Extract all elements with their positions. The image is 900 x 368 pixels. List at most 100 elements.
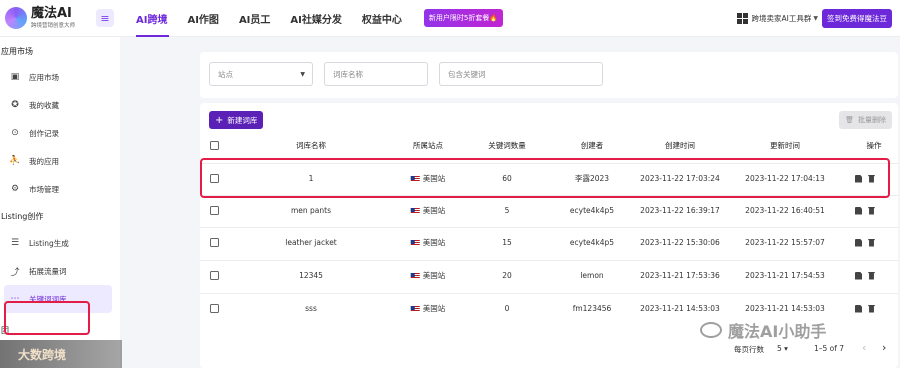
nav-ai-social[interactable]: AI社媒分发	[282, 0, 353, 37]
col-count[interactable]: 关键词数量	[488, 140, 526, 151]
table-row[interactable]: 12345 美国站 20 lemon 2023-11-21 17:53:36 2…	[200, 260, 898, 290]
next-page-icon[interactable]: ›	[882, 341, 886, 354]
sidebar-item-app-market[interactable]: ▣ 应用市场	[0, 63, 120, 91]
cell-creator: ecyte4k4p5	[569, 238, 615, 247]
col-creator[interactable]: 创建者	[581, 140, 604, 151]
cell-count: 15	[502, 238, 512, 247]
copy-icon[interactable]	[855, 206, 862, 215]
cell-creator: fm123456	[572, 304, 612, 313]
cell-creator: ecyte4k4p5	[569, 206, 615, 215]
bulk-delete-label: 批量删除	[858, 116, 886, 124]
main-nav: AI跨境 AI作图 AI员工 AI社媒分发 权益中心	[128, 0, 414, 37]
sidebar-item-listing[interactable]: ☰ Listing生成	[0, 229, 120, 257]
chevron-down-icon[interactable]: ▼	[813, 15, 818, 22]
cell-site: 美国站	[410, 270, 445, 281]
row-checkbox[interactable]	[210, 206, 219, 215]
nav-ai-image[interactable]: AI作图	[179, 0, 230, 37]
col-actions: 操作	[866, 140, 882, 150]
trend-icon: ⤴	[10, 267, 20, 278]
highlight-box-sidebar	[4, 301, 90, 335]
delete-icon[interactable]	[868, 304, 875, 313]
us-flag-icon	[410, 208, 420, 214]
cell-site: 美国站	[410, 205, 445, 216]
copy-icon[interactable]	[855, 271, 862, 280]
sidebar-item-label: 拓展流量词	[29, 266, 67, 276]
table-row[interactable]: leather jacket 美国站 15 ecyte4k4p5 2023-11…	[200, 227, 898, 257]
nav-ai-crossborder[interactable]: AI跨境	[128, 0, 179, 37]
trash-icon: 🗑	[845, 116, 854, 124]
cell-name: 12345	[299, 271, 323, 280]
sidebar-item-label: 应用市场	[29, 72, 59, 82]
page-range: 1–5 of 7	[814, 344, 845, 353]
filter-bar: 站点 ▼ 词库名称 包含关键词	[200, 52, 898, 98]
cell-name: leather jacket	[285, 238, 337, 247]
row-checkbox[interactable]	[210, 238, 219, 247]
col-updated[interactable]: 更新时间	[770, 140, 800, 151]
cell-created: 2023-11-22 16:39:17	[640, 206, 720, 215]
cell-created: 2023-11-22 15:30:06	[640, 238, 720, 247]
manage-icon: ⚙	[10, 184, 20, 194]
keyword-placeholder: 包含关键词	[448, 69, 486, 79]
library-name-input[interactable]: 词库名称	[324, 62, 428, 86]
table-header: 词库名称 所属站点 关键词数量 创建者 创建时间 更新时间 操作	[200, 136, 898, 154]
sidebar-item-favorites[interactable]: ✪ 我的收藏	[0, 91, 120, 119]
rows-per-page-select[interactable]: 5 ▾	[777, 344, 788, 353]
site-select[interactable]: 站点 ▼	[209, 62, 313, 86]
sidebar-item-history[interactable]: ⊙ 创作记录	[0, 119, 120, 147]
row-checkbox[interactable]	[210, 304, 219, 313]
sidebar-item-label: 市场管理	[29, 184, 59, 194]
store-icon: ▣	[10, 72, 20, 82]
cell-name: men pants	[290, 206, 332, 215]
sidebar-item-traffic-words[interactable]: ⤴ 拓展流量词	[0, 257, 120, 285]
delete-icon[interactable]	[868, 206, 875, 215]
us-flag-icon	[410, 306, 420, 312]
col-name[interactable]: 词库名称	[296, 140, 326, 151]
highlight-box-row	[200, 158, 890, 198]
menu-toggle-icon[interactable]: ≡	[96, 9, 114, 27]
tape-icon: ⊙	[11, 128, 19, 138]
cell-updated: 2023-11-21 14:53:03	[745, 304, 825, 313]
logo-subtitle: 跨境营销创意大师	[31, 23, 76, 29]
logo-name: 魔法AI	[31, 6, 72, 21]
top-bar: 魔法AI 跨境营销创意大师 ≡ AI跨境 AI作图 AI员工 AI社媒分发 权益…	[0, 0, 900, 37]
copy-icon[interactable]	[855, 238, 862, 247]
delete-icon[interactable]	[868, 271, 875, 280]
site-select-placeholder: 站点	[218, 69, 233, 79]
sidebar-item-market-manage[interactable]: ⚙ 市场管理	[0, 175, 120, 203]
keyword-input[interactable]: 包含关键词	[439, 62, 603, 86]
bulk-delete-button[interactable]: 🗑 批量删除	[839, 111, 892, 129]
group-link[interactable]: 跨境卖家AI工具群	[752, 13, 812, 24]
cell-updated: 2023-11-22 15:57:07	[745, 238, 825, 247]
us-flag-icon	[410, 273, 420, 279]
pagination: 每页行数 5 ▾ 1–5 of 7 ‹ ›	[200, 339, 898, 359]
table-row[interactable]: men pants 美国站 5 ecyte4k4p5 2023-11-22 16…	[200, 195, 898, 225]
rows-per-page-label: 每页行数	[734, 345, 764, 354]
copy-icon[interactable]	[855, 304, 862, 313]
nav-ai-staff[interactable]: AI员工	[231, 0, 282, 37]
prev-page-icon[interactable]: ‹	[862, 341, 866, 354]
select-all-checkbox[interactable]	[210, 140, 219, 150]
cell-created: 2023-11-21 17:53:36	[640, 271, 720, 280]
signin-button[interactable]: 签到免费得魔法豆	[822, 9, 892, 28]
delete-icon[interactable]	[868, 238, 875, 247]
cell-site: 美国站	[410, 303, 445, 314]
cell-creator: lemon	[580, 271, 604, 280]
sidebar-section-title: Listing创作	[1, 212, 44, 221]
watermark-left: 大数跨境	[0, 340, 122, 368]
nav-benefits[interactable]: 权益中心	[354, 0, 414, 37]
new-library-label: 新建词库	[227, 115, 258, 125]
star-icon: ✪	[11, 100, 19, 110]
promo-badge[interactable]: 新用户限时5折套餐🔥	[423, 9, 504, 27]
col-site[interactable]: 所属站点	[413, 140, 443, 151]
person-icon: ⛹	[9, 156, 21, 166]
new-library-button[interactable]: + 新建词库	[209, 111, 264, 129]
col-created[interactable]: 创建时间	[665, 140, 695, 151]
cell-updated: 2023-11-21 17:54:53	[745, 271, 825, 280]
row-checkbox[interactable]	[210, 271, 219, 280]
sidebar-item-my-apps[interactable]: ⛹ 我的应用	[0, 147, 120, 175]
cell-count: 5	[504, 206, 510, 215]
plus-icon: +	[215, 114, 224, 126]
sidebar-item-label: 我的应用	[29, 156, 59, 166]
logo-mark-icon	[5, 7, 27, 29]
logo[interactable]: 魔法AI 跨境营销创意大师	[0, 7, 96, 29]
